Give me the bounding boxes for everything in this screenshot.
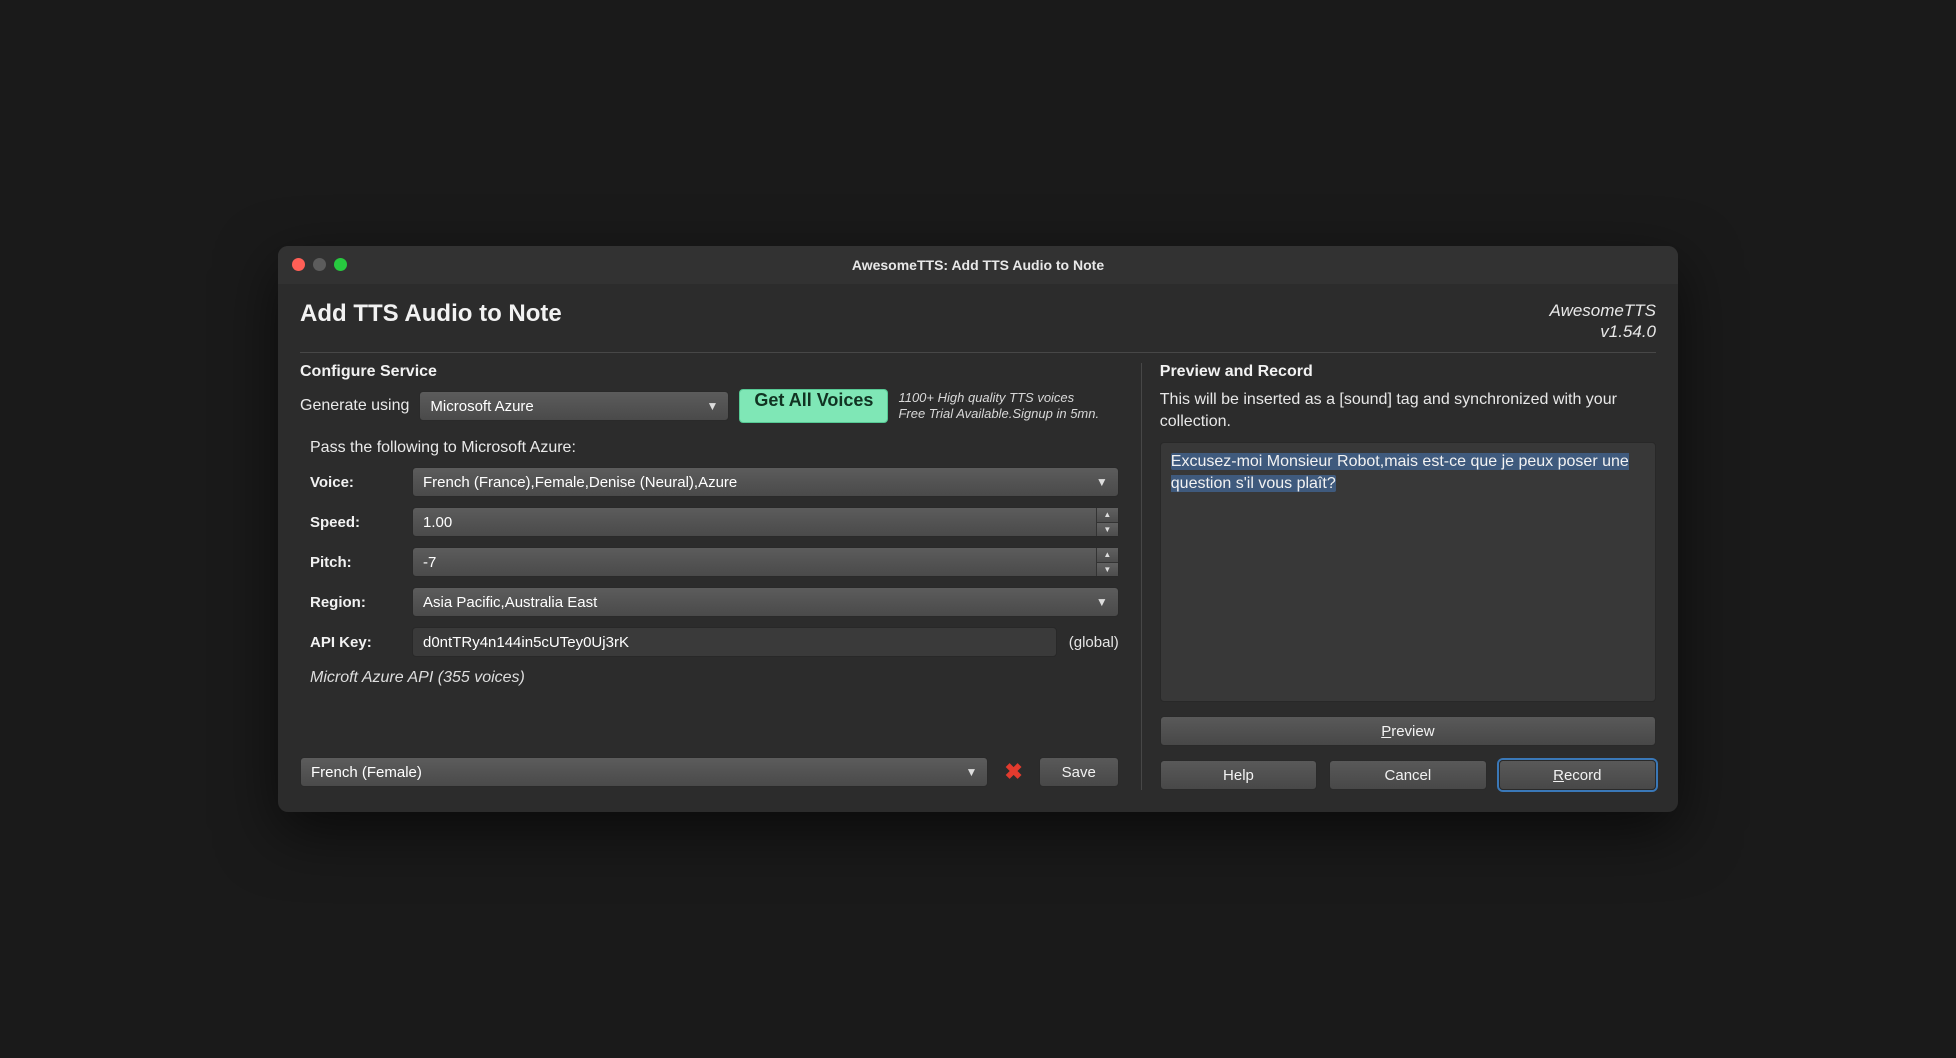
preview-textarea[interactable]: Excusez-moi Monsieur Robot,mais est-ce q… [1160,442,1656,702]
apikey-value: d0ntTRy4n144in5cUTey0Uj3rK [423,634,629,651]
app-version-number: v1.54.0 [1600,322,1656,341]
help-button[interactable]: Help [1160,760,1317,790]
region-label: Region: [310,594,400,611]
preset-select-value: French (Female) [311,764,422,781]
app-version: AwesomeTTS v1.54.0 [1550,300,1656,343]
record-button[interactable]: Record [1499,760,1656,790]
speed-value[interactable]: 1.00 [413,508,1096,536]
voice-select-value: French (France),Female,Denise (Neural),A… [423,474,737,491]
speed-step-up[interactable]: ▲ [1097,508,1118,523]
dialog-window: AwesomeTTS: Add TTS Audio to Note Add TT… [278,246,1678,813]
preset-select[interactable]: French (Female) ▼ [300,757,988,787]
titlebar[interactable]: AwesomeTTS: Add TTS Audio to Note [278,246,1678,284]
pitch-input[interactable]: -7 ▲ ▼ [412,547,1119,577]
voice-select[interactable]: French (France),Female,Denise (Neural),A… [412,467,1119,497]
page-title: Add TTS Audio to Note [300,300,562,328]
apikey-input[interactable]: d0ntTRy4n144in5cUTey0Uj3rK [412,627,1057,657]
chevron-down-icon: ▼ [965,765,977,779]
apikey-scope: (global) [1069,634,1119,651]
preview-description: This will be inserted as a [sound] tag a… [1160,389,1656,432]
voice-label: Voice: [310,474,400,491]
app-name: AwesomeTTS [1550,301,1656,320]
preview-text: Excusez-moi Monsieur Robot,mais est-ce q… [1171,453,1629,492]
chevron-down-icon: ▼ [707,399,719,413]
service-select-value: Microsoft Azure [430,398,533,415]
apikey-label: API Key: [310,634,400,651]
service-description: Microft Azure API (355 voices) [310,669,1119,687]
delete-preset-icon[interactable]: ✖ [1000,759,1026,785]
window-title: AwesomeTTS: Add TTS Audio to Note [278,257,1678,273]
minimize-icon[interactable] [313,258,326,271]
pitch-label: Pitch: [310,554,400,571]
generate-label: Generate using [300,397,409,415]
promo-line2: Free Trial Available.Signup in 5mn. [898,406,1099,421]
get-all-voices-button[interactable]: Get All Voices [739,389,888,423]
configure-panel: Configure Service Generate using Microso… [300,363,1119,790]
service-select[interactable]: Microsoft Azure ▼ [419,391,729,421]
save-button[interactable]: Save [1039,757,1119,787]
preview-title: Preview and Record [1160,363,1656,381]
promo-line1: 1100+ High quality TTS voices [898,390,1074,405]
close-icon[interactable] [292,258,305,271]
speed-input[interactable]: 1.00 ▲ ▼ [412,507,1119,537]
region-select-value: Asia Pacific,Australia East [423,594,597,611]
traffic-lights [292,258,347,271]
region-select[interactable]: Asia Pacific,Australia East ▼ [412,587,1119,617]
preview-panel: Preview and Record This will be inserted… [1141,363,1656,790]
cancel-button[interactable]: Cancel [1329,760,1486,790]
speed-step-down[interactable]: ▼ [1097,523,1118,537]
chevron-down-icon: ▼ [1096,595,1108,609]
configure-title: Configure Service [300,363,1119,381]
pitch-step-up[interactable]: ▲ [1097,548,1118,563]
promo-text: 1100+ High quality TTS voices Free Trial… [898,390,1099,423]
pitch-step-down[interactable]: ▼ [1097,563,1118,577]
pitch-value[interactable]: -7 [413,548,1096,576]
speed-label: Speed: [310,514,400,531]
maximize-icon[interactable] [334,258,347,271]
preview-button[interactable]: Preview [1160,716,1656,746]
pass-label: Pass the following to Microsoft Azure: [310,439,1119,457]
chevron-down-icon: ▼ [1096,475,1108,489]
